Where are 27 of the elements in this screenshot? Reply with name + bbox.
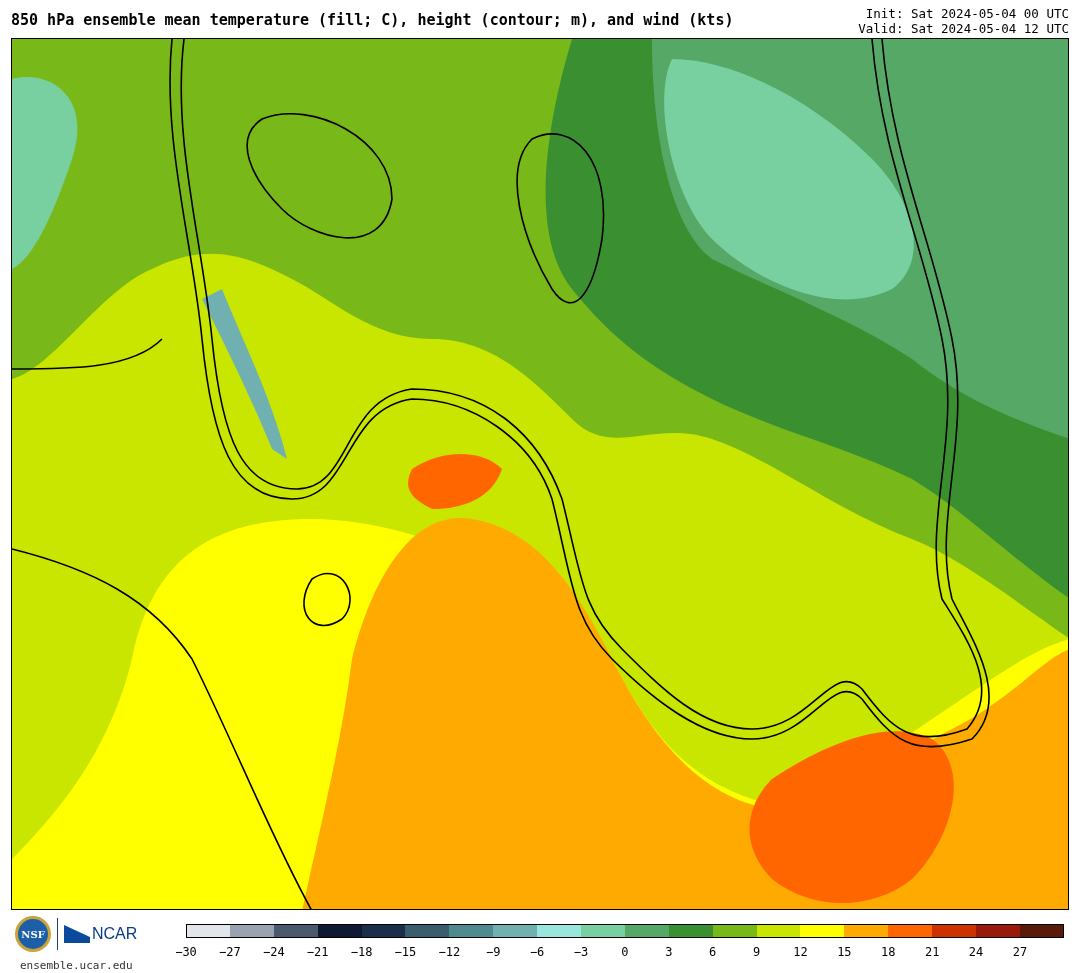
colorbar-tick-label: −18 xyxy=(350,944,373,961)
colorbar-tick-label: −3 xyxy=(573,944,589,961)
colorbar-tick-label: −9 xyxy=(486,944,501,961)
colorbar-tick-label: 24 xyxy=(968,944,984,961)
colorbar-tick-label: 3 xyxy=(665,944,673,961)
colorbar-tick-label: 9 xyxy=(752,944,761,961)
ncar-logo: NCAR xyxy=(64,922,138,946)
colorbar-tick-label: 18 xyxy=(881,944,896,961)
colorbar-tick-label: 6 xyxy=(709,944,717,961)
colorbar-tick-label: −30 xyxy=(175,944,197,961)
colorbar-tick-label: 15 xyxy=(837,944,852,961)
plot-title: 850 hPa ensemble mean temperature (fill; C), height (contour; m), and wind (kts) xyxy=(11,13,734,28)
colorbar-tick-label: −15 xyxy=(394,944,417,961)
colorbar-tick-label: −27 xyxy=(219,944,241,961)
colorbar-tick-label: 21 xyxy=(924,944,940,961)
nsf-logo: NSF xyxy=(15,916,51,952)
valid-time: Valid: Sat 2024-05-04 12 UTC xyxy=(858,21,1069,36)
colorbar-tick-label: −24 xyxy=(262,944,285,961)
init-time: Init: Sat 2024-05-04 00 UTC xyxy=(865,6,1069,21)
swoosh-icon xyxy=(64,925,90,943)
colorbar-tick-label: −21 xyxy=(306,944,329,961)
colorbar-tick-label: −6 xyxy=(529,944,545,961)
colorbar-tick-label: −12 xyxy=(438,944,461,961)
colorbar-tick-label: 12 xyxy=(793,944,808,961)
site-url: ensemble.ucar.edu xyxy=(20,958,134,973)
colorbar-tick-label: 0 xyxy=(621,944,629,961)
colorbar-tick-label: 27 xyxy=(1012,944,1028,961)
